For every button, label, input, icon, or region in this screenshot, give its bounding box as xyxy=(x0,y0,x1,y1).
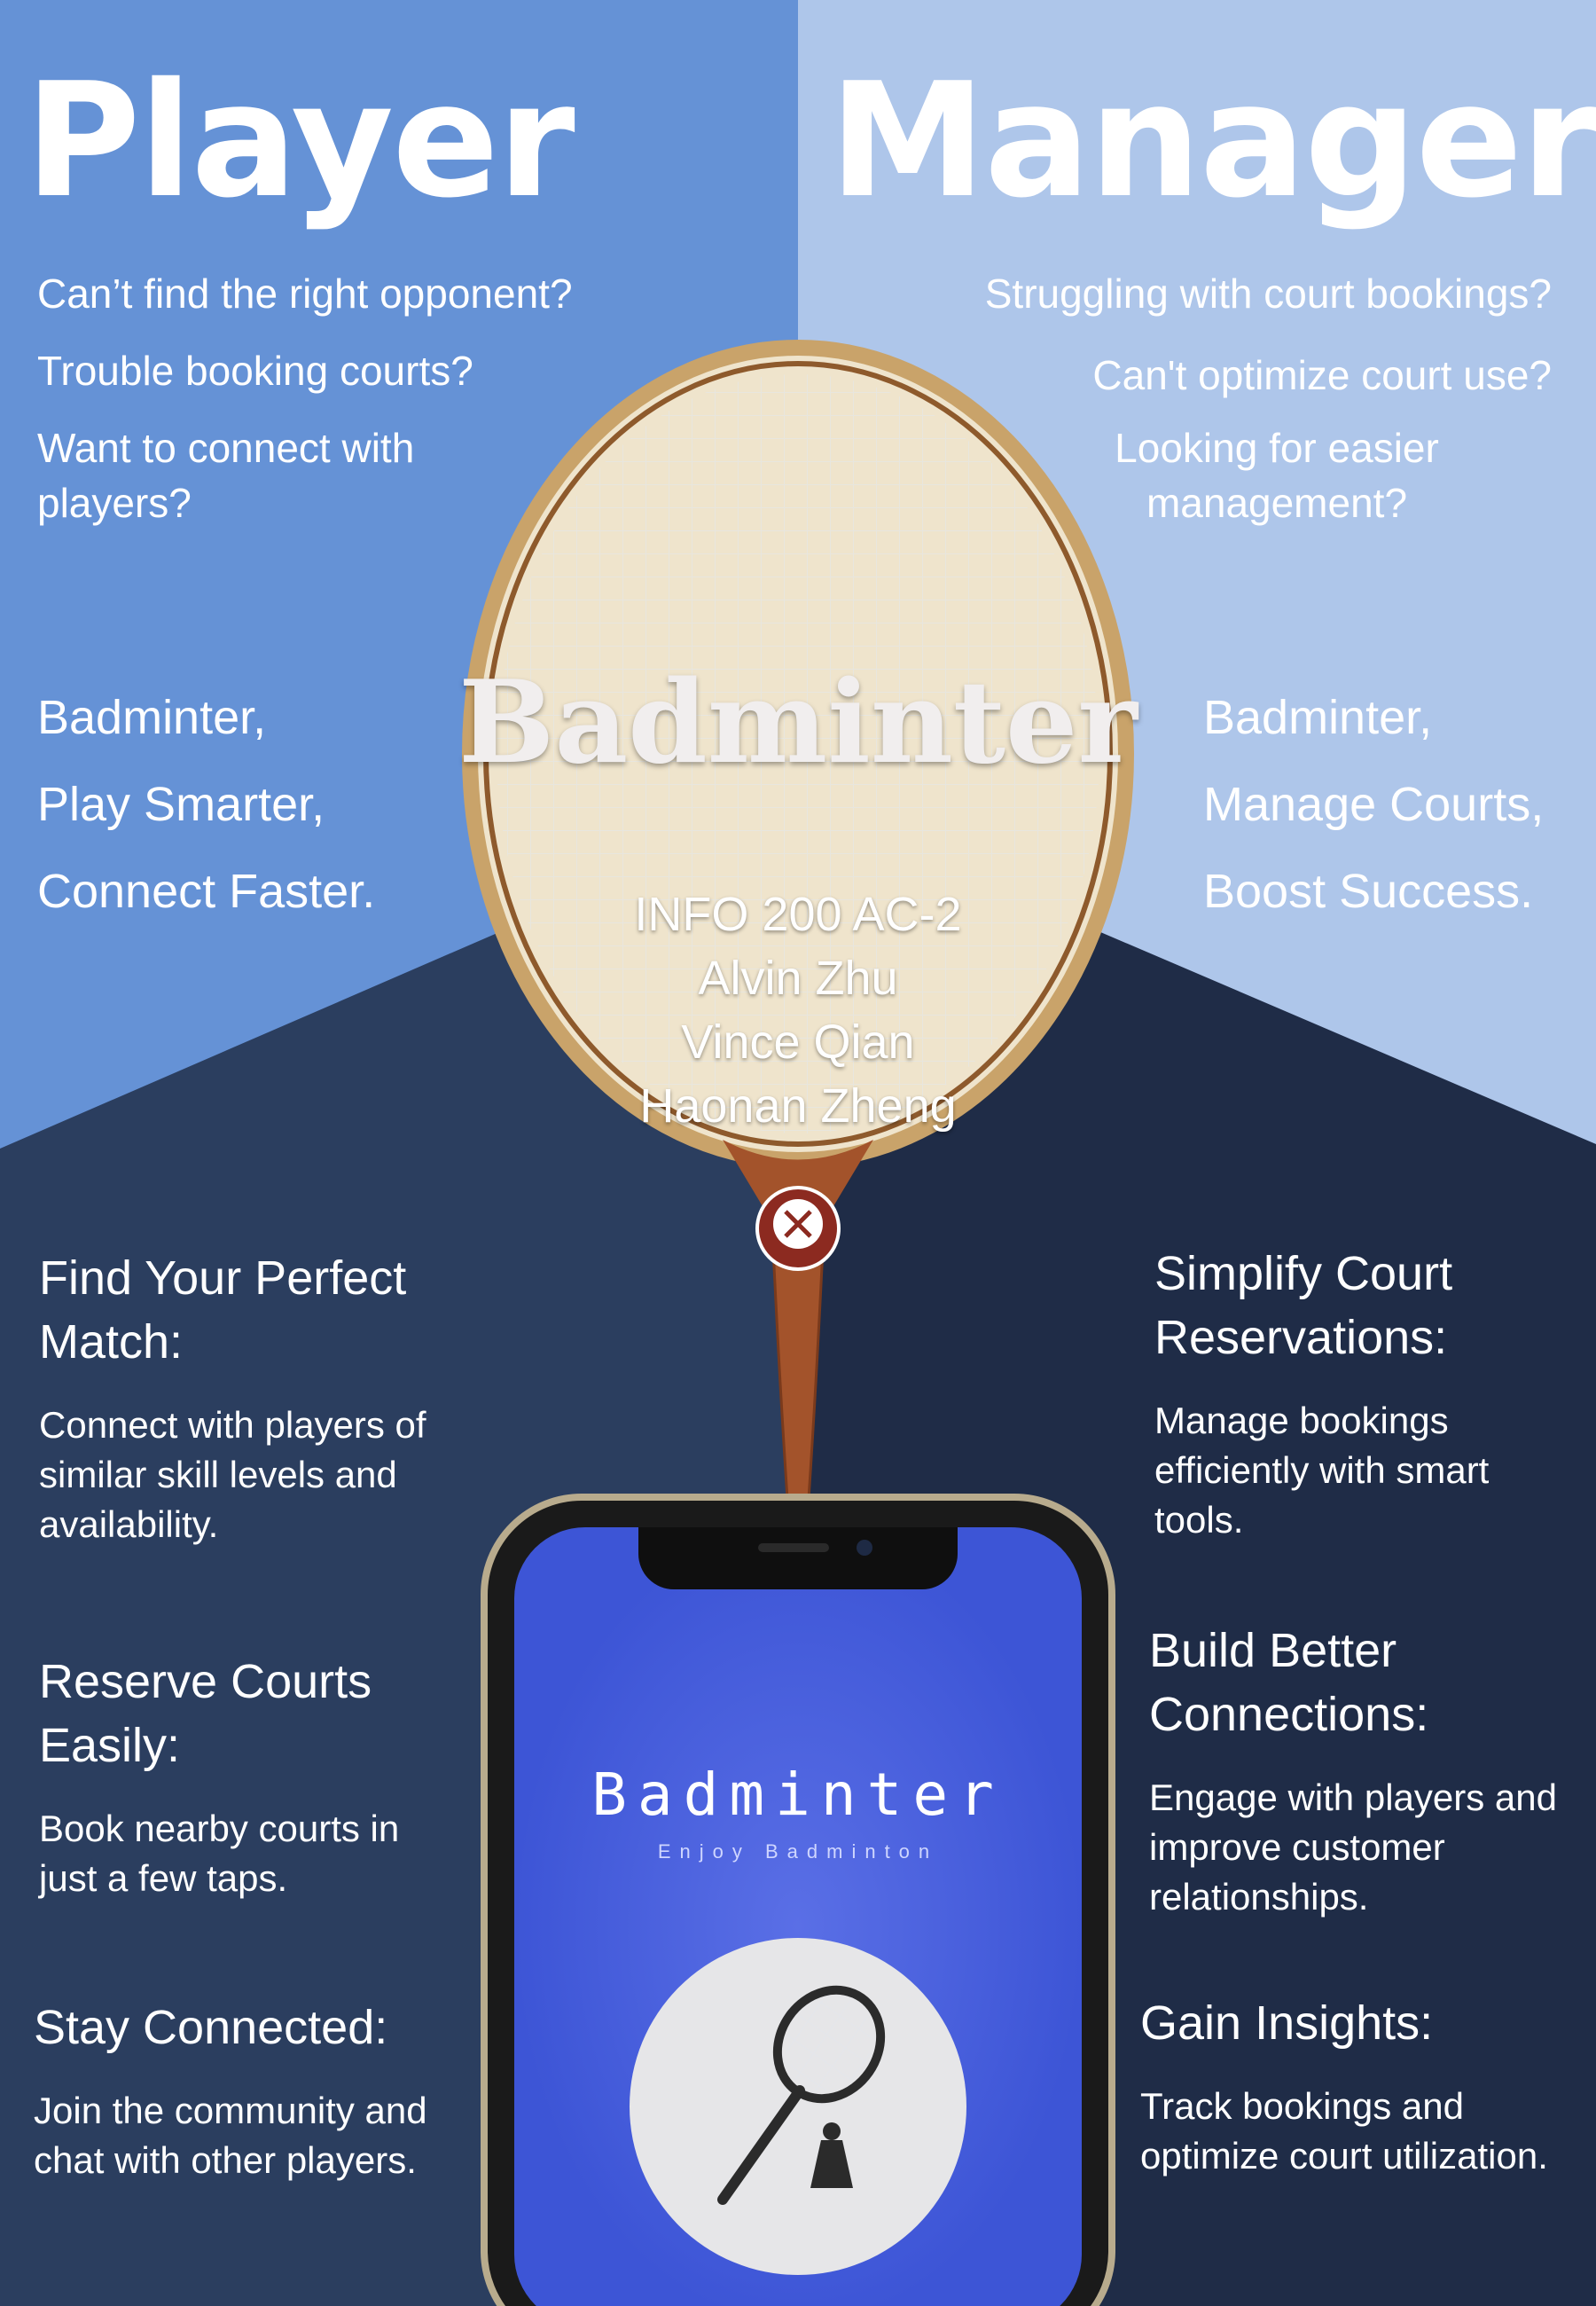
phone-app-tagline: Enjoy Badminton xyxy=(657,1840,939,1863)
player-feature-2: Reserve Courts Easily: Book nearby court… xyxy=(39,1650,456,1903)
player-feature-3: Stay Connected: Join the community and c… xyxy=(34,1996,477,2185)
feature-title: Stay Connected: xyxy=(34,2001,388,2054)
feature-title: Reserve Courts Easily: xyxy=(39,1655,372,1772)
feature-title: Gain Insights: xyxy=(1140,1996,1434,2050)
feature-desc: Join the community and chat with other p… xyxy=(34,2090,427,2181)
feature-title: Find Your Perfect Match: xyxy=(39,1251,407,1369)
player-feature-1: Find Your Perfect Match: Connect with pl… xyxy=(39,1246,482,1549)
manager-question: Looking for easier management? xyxy=(1115,425,1439,527)
player-tagline: Play Smarter, xyxy=(37,778,325,831)
player-question: Trouble booking courts? xyxy=(37,348,473,395)
player-question: Want to connect with players? xyxy=(37,425,415,527)
manager-question: Can't optimize court use? xyxy=(1092,352,1552,399)
racket-brand-title: Badminter xyxy=(458,656,1138,789)
team-member: Haonan Zheng xyxy=(639,1079,957,1133)
manager-feature-2: Build Better Connections: Engage with pl… xyxy=(1149,1619,1575,1922)
feature-desc: Engage with players and improve customer… xyxy=(1149,1777,1557,1918)
player-taglines: Badminter, Play Smarter, Connect Faster. xyxy=(37,674,375,935)
phone-illustration xyxy=(481,1494,1115,2306)
team-member: Alvin Zhu xyxy=(698,952,898,1005)
manager-tagline: Manage Courts, xyxy=(1203,778,1545,831)
manager-feature-3: Gain Insights: Track bookings and optimi… xyxy=(1140,1991,1584,2181)
manager-question: Struggling with court bookings? xyxy=(984,271,1552,317)
manager-feature-1: Simplify Court Reservations: Manage book… xyxy=(1154,1242,1571,1545)
feature-desc: Track bookings and optimize court utiliz… xyxy=(1140,2085,1548,2177)
feature-desc: Connect with players of similar skill le… xyxy=(39,1404,426,1545)
manager-taglines: Badminter, Manage Courts, Boost Success. xyxy=(1203,674,1544,935)
player-title: Player xyxy=(25,49,575,232)
phone-app-title: Badminter xyxy=(591,1761,1005,1829)
team-info: INFO 200 AC-2 Alvin Zhu Vince Qian Haona… xyxy=(488,882,1108,1138)
feature-title: Simplify Court Reservations: xyxy=(1154,1247,1453,1364)
course-code: INFO 200 AC-2 xyxy=(634,888,962,941)
manager-tagline: Boost Success. xyxy=(1203,865,1534,918)
manager-questions: Struggling with court bookings? Can't op… xyxy=(878,266,1552,530)
player-questions: Can’t find the right opponent? Trouble b… xyxy=(37,266,676,530)
feature-title: Build Better Connections: xyxy=(1149,1624,1429,1741)
manager-title: Manager xyxy=(829,49,1596,232)
player-tagline: Badminter, xyxy=(37,691,267,744)
player-tagline: Connect Faster. xyxy=(37,865,376,918)
team-member: Vince Qian xyxy=(681,1016,915,1069)
manager-tagline: Badminter, xyxy=(1203,691,1433,744)
player-question: Can’t find the right opponent? xyxy=(37,271,573,317)
feature-desc: Book nearby courts in just a few taps. xyxy=(39,1808,400,1899)
feature-desc: Manage bookings efficiently with smart t… xyxy=(1154,1400,1490,1541)
